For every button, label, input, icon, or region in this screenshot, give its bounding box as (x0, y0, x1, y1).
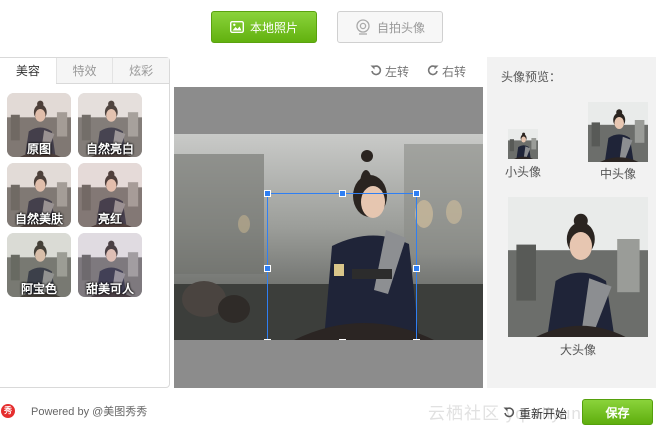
crop-handle-bottom-right[interactable] (413, 339, 420, 340)
preview-medium-label: 中头像 (599, 167, 636, 181)
filter-sweet[interactable]: 甜美可人 (78, 233, 142, 297)
webcam-icon (355, 19, 371, 35)
filter-label: 自然亮白 (85, 142, 134, 156)
filter-label: 原图 (26, 142, 51, 156)
tab-colorful[interactable]: 炫彩 (112, 58, 170, 83)
rotate-left-label: 左转 (385, 65, 410, 79)
crop-handle-top-right[interactable] (413, 190, 420, 197)
filter-natural-skin[interactable]: 自然美肤 (7, 163, 71, 227)
undo-icon (503, 406, 515, 421)
filter-bright-red[interactable]: 亮红 (78, 163, 142, 227)
preview-panel: 头像预览： 小头像 中头像 大头像 (487, 57, 656, 388)
preview-large-label: 大头像 (559, 343, 596, 357)
rotate-right-icon (427, 64, 439, 79)
crop-handle-bottom-left[interactable] (264, 339, 271, 340)
tab-effects[interactable]: 特效 (55, 58, 113, 83)
rotate-left-button[interactable]: 左转 (370, 63, 409, 80)
crop-selection[interactable] (264, 190, 420, 340)
preview-large-image (508, 197, 648, 337)
meitu-logo: 秀 (1, 404, 15, 418)
crop-handle-top-left[interactable] (264, 190, 271, 197)
selfie-label: 自拍头像 (376, 20, 425, 35)
save-button[interactable]: 保存 (582, 399, 653, 425)
restart-button[interactable]: 重新开始 (503, 405, 567, 422)
effects-panel: 美容 特效 炫彩 原图 自然亮白 自然美肤 亮红 阿宝色 甜美可人 (0, 57, 170, 388)
filter-label: 自然美肤 (14, 212, 63, 226)
crop-handle-left[interactable] (264, 265, 271, 272)
preview-title: 头像预览： (501, 70, 562, 84)
preview-medium-image (588, 102, 648, 162)
local-photo-label: 本地照片 (249, 20, 298, 35)
selfie-button[interactable]: 自拍头像 (337, 11, 443, 43)
filter-label: 亮红 (97, 212, 122, 226)
powered-by-text: Powered by @美图秀秀 (31, 406, 148, 418)
filter-natural-white[interactable]: 自然亮白 (78, 93, 142, 157)
filter-label: 阿宝色 (20, 282, 57, 296)
restart-label: 重新开始 (519, 407, 568, 421)
image-icon (229, 21, 244, 33)
rotate-toolbar: 左转 右转 (370, 63, 466, 80)
crop-handle-top[interactable] (339, 190, 346, 197)
filter-label: 甜美可人 (85, 282, 134, 296)
filter-original[interactable]: 原图 (7, 93, 71, 157)
rotate-left-icon (370, 64, 382, 79)
edit-canvas[interactable] (174, 87, 483, 388)
effects-tabs: 美容 特效 炫彩 (0, 58, 170, 84)
rotate-right-button[interactable]: 右转 (427, 63, 466, 80)
crop-handle-bottom[interactable] (339, 339, 346, 340)
crop-handle-right[interactable] (413, 265, 420, 272)
filter-grid: 原图 自然亮白 自然美肤 亮红 阿宝色 甜美可人 (7, 93, 147, 297)
local-photo-button[interactable]: 本地照片 (211, 11, 317, 43)
filter-abao[interactable]: 阿宝色 (7, 233, 71, 297)
preview-small-label: 小头像 (504, 165, 541, 179)
preview-small-image (508, 129, 538, 159)
tab-beauty[interactable]: 美容 (0, 58, 56, 84)
source-photo (174, 134, 483, 340)
rotate-right-label: 右转 (442, 65, 467, 79)
